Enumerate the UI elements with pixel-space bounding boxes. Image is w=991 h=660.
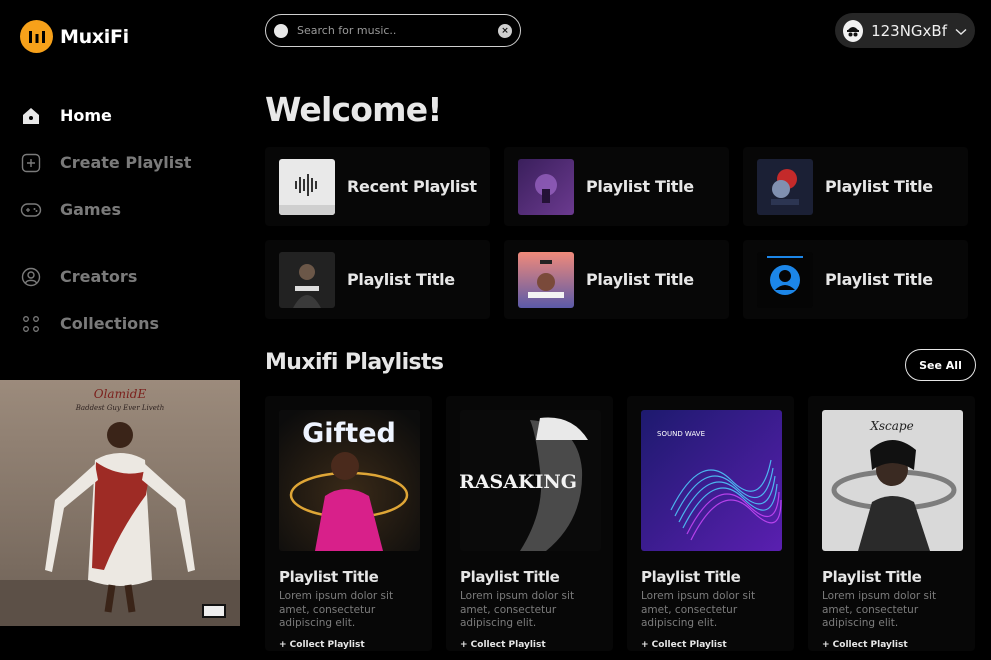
cover-text: Gifted [302,418,396,449]
playlist-thumbnail [757,158,813,215]
playlist-card[interactable]: SOUND WAVE Playlist Title Lorem ipsum do… [627,396,794,651]
tile-title: Playlist Title [586,270,694,289]
search-input[interactable] [297,24,498,37]
grid-dots-icon [20,313,42,335]
sidebar-item-label: Creators [60,267,138,286]
playlist-thumbnail [518,251,574,308]
card-title: Playlist Title [460,568,560,586]
collect-playlist-link[interactable]: + Collect Playlist [641,640,780,650]
quick-tile-playlist[interactable]: Playlist Title [504,147,729,226]
album-art-artist-text: OlamidE [94,387,147,401]
playlist-thumbnail [757,251,813,308]
playlist-cover: Xscape [822,410,963,551]
username: 123NGxBf [871,21,947,40]
avatar [843,19,864,42]
section-title: Muxifi Playlists [265,350,444,375]
now-playing-album-art[interactable]: OlamidE Baddest Guy Ever Liveth [0,380,240,626]
card-description: Lorem ipsum dolor sit amet, consectetur … [822,590,937,629]
gamepad-icon [20,199,42,221]
sidebar-item-create-playlist[interactable]: Create Playlist [20,139,191,186]
sidebar-item-home[interactable]: Home [20,92,191,139]
sidebar-item-collections[interactable]: Collections [20,300,191,347]
collect-playlist-link[interactable]: + Collect Playlist [279,640,418,650]
tile-title: Playlist Title [825,177,933,196]
playlist-thumbnail [279,158,335,215]
quick-tile-recent-playlist[interactable]: Recent Playlist [265,147,490,226]
quick-tile-playlist[interactable]: Playlist Title [265,240,490,319]
home-icon [20,105,42,127]
chevron-down-icon[interactable] [955,21,967,40]
search-bar[interactable]: × [265,14,521,47]
playlist-cover: SOUND WAVE [641,410,782,551]
clear-search-icon[interactable]: × [498,23,512,38]
quick-tile-playlist[interactable]: Playlist Title [743,147,968,226]
playlist-card[interactable]: Xscape Playlist Title Lorem ipsum dolor … [808,396,975,651]
sidebar-item-label: Games [60,200,121,219]
tile-title: Recent Playlist [347,177,477,196]
card-description: Lorem ipsum dolor sit amet, consectetur … [641,590,756,629]
user-circle-icon [20,266,42,288]
page-title: Welcome! [265,90,442,129]
album-art-album-text: Baddest Guy Ever Liveth [75,404,164,412]
tile-title: Playlist Title [825,270,933,289]
sidebar-nav: Home Create Playlist Games Creators Coll… [20,92,191,347]
quick-playlist-grid: Recent Playlist Playlist Title Playlist … [265,147,975,319]
sidebar-item-label: Create Playlist [60,153,192,172]
card-title: Playlist Title [822,568,922,586]
playlist-thumbnail [518,158,574,215]
app-logo[interactable]: MuxiFi [20,20,129,53]
card-title: Playlist Title [279,568,379,586]
sidebar: MuxiFi Home Create Playlist Games Creato… [0,0,240,660]
collect-playlist-link[interactable]: + Collect Playlist [460,640,599,650]
search-icon [274,23,288,38]
card-title: Playlist Title [641,568,741,586]
cover-text: Xscape [869,419,913,433]
app-name: MuxiFi [60,25,129,48]
playlist-cover: RASAKING [460,410,601,551]
playlist-card[interactable]: Gifted Playlist Title Lorem ipsum dolor … [265,396,432,651]
quick-tile-playlist[interactable]: Playlist Title [743,240,968,319]
sidebar-item-creators[interactable]: Creators [20,253,191,300]
sidebar-item-games[interactable]: Games [20,186,191,233]
user-menu[interactable]: 123NGxBf [835,13,975,48]
cover-text: RASAKING [460,471,577,493]
card-description: Lorem ipsum dolor sit amet, consectetur … [460,590,575,629]
sidebar-item-label: Collections [60,314,160,333]
playlist-cards: Gifted Playlist Title Lorem ipsum dolor … [265,396,975,651]
logo-icon [20,20,53,53]
playlist-card[interactable]: RASAKING Playlist Title Lorem ipsum dolo… [446,396,613,651]
tile-title: Playlist Title [586,177,694,196]
collect-playlist-link[interactable]: + Collect Playlist [822,640,961,650]
add-square-icon [20,152,42,174]
card-description: Lorem ipsum dolor sit amet, consectetur … [279,590,394,629]
see-all-button[interactable]: See All [905,349,976,381]
sidebar-item-label: Home [60,106,112,125]
playlist-cover: Gifted [279,410,420,551]
cover-text: SOUND WAVE [657,430,705,438]
playlist-thumbnail [279,251,335,308]
quick-tile-playlist[interactable]: Playlist Title [504,240,729,319]
tile-title: Playlist Title [347,270,455,289]
